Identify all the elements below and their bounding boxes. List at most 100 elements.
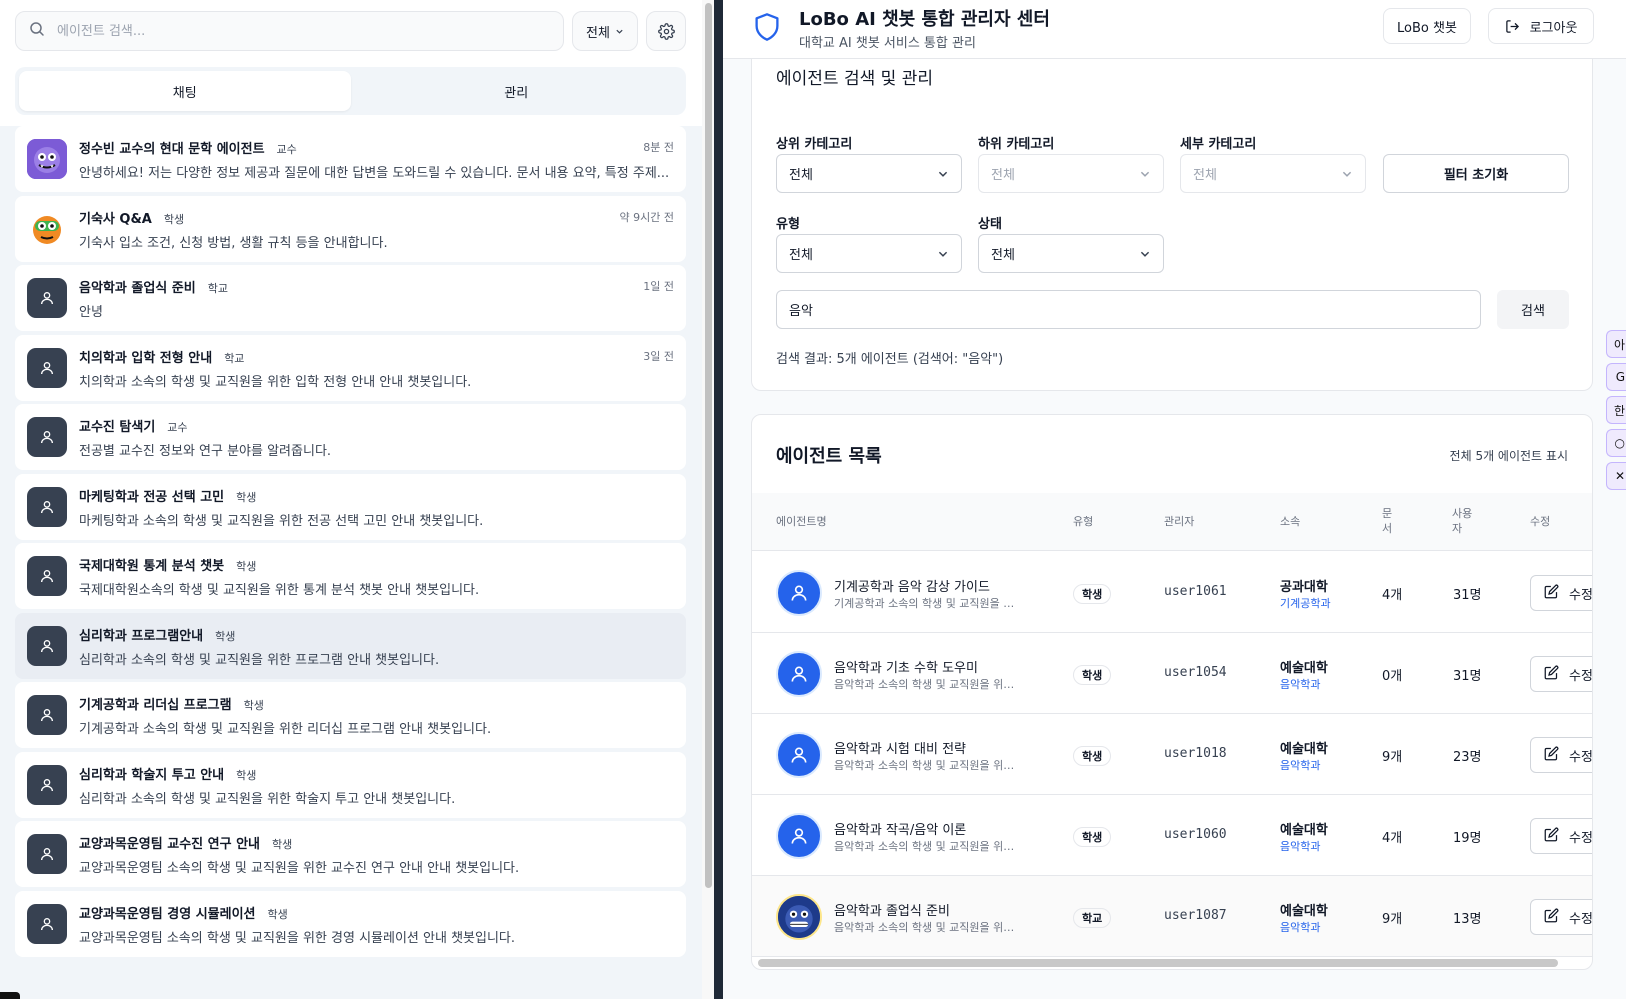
logout-button-label: 로그아웃 xyxy=(1529,20,1578,36)
user-icon xyxy=(27,486,67,527)
side-tool-button[interactable]: 아 xyxy=(1606,330,1626,358)
list-item-badge: 학교 xyxy=(224,351,245,365)
chevron-down-icon xyxy=(1140,251,1150,257)
list-item-badge: 학생 xyxy=(236,490,257,504)
list-item-name: 기숙사 Q&A xyxy=(79,211,152,227)
tab-manage[interactable]: 관리 xyxy=(351,71,683,111)
list-item[interactable]: 교양과목운영팀 경영 시뮬레이션 학생 교양과목운영팀 소속의 학생 및 교직원을 … xyxy=(15,890,686,957)
list-item[interactable]: 치의학과 입학 전형 안내 학교 3일 전 치의학과 소속의 학생 및 교직원을 위한… xyxy=(15,334,686,401)
edit-button[interactable]: 수정 xyxy=(1530,575,1592,611)
list-item[interactable]: 심리학과 학술지 투고 안내 학생 심리학과 소속의 학생 및 교직원을 위한 학술… xyxy=(15,751,686,818)
sub-category-select[interactable]: 전체 xyxy=(978,154,1164,193)
gear-icon xyxy=(657,22,675,40)
list-item[interactable]: 심리학과 프로그램안내 학생 심리학과 소속의 학생 및 교직원을 위한 프로그램 … xyxy=(15,612,686,679)
list-item[interactable]: 교수진 탐색기 교수 전공별 교수진 정보와 연구 분야를 알려줍니다. xyxy=(15,404,686,470)
college-name: 공과대학 xyxy=(1280,580,1328,595)
side-tool-button[interactable]: ○ xyxy=(1606,429,1626,457)
lobo-chatbot-button[interactable]: LoBo 챗봇 xyxy=(1383,8,1471,44)
search-card-title: 에이전트 검색 및 관리 xyxy=(776,69,933,89)
th-docs: 문서 xyxy=(1382,506,1392,536)
manager-id: user1087 xyxy=(1164,908,1227,923)
table-row[interactable]: 음악학과 시험 대비 전략음악학과 소속의 학생 및 교직원을 위한 시험 대비… xyxy=(752,714,1593,795)
left-scrollbar[interactable] xyxy=(702,0,714,999)
logout-button[interactable]: 로그아웃 xyxy=(1488,8,1594,44)
list-item[interactable]: 기계공학과 리더십 프로그램 학생기계공학과 소속의 학생 및 교직원을 위한 리… xyxy=(15,682,686,748)
agent-name: 음악학과 작곡/음악 이론 xyxy=(834,823,967,838)
side-tool-button[interactable]: G xyxy=(1606,363,1626,391)
query-input[interactable] xyxy=(776,290,1481,329)
agent-list: 정수빈 교수의 현대 문학 에이전트 교수 8분 전 안녕하세요! 저는 다양한 정보… xyxy=(0,126,702,999)
list-item-desc: 기숙사 입소 조건, 신청 방법, 생활 규칙 등을 안내합니다. xyxy=(79,235,388,251)
agent-search-input[interactable] xyxy=(57,23,537,39)
list-item-desc: 국제대학원소속의 학생 및 교직원을 위한 통계 분석 챗봇 안내 챗봇입니다. xyxy=(79,583,480,598)
side-tool-button[interactable]: ✕ xyxy=(1606,462,1626,490)
filter-dropdown-label: 전체 xyxy=(586,25,610,41)
edit-button[interactable]: 수정 xyxy=(1530,656,1592,692)
doc-count: 9개 xyxy=(1382,912,1403,927)
list-item[interactable]: 기숙사 Q&A 학생 약 9시간 전 기숙사 입소 조건, 신청 방법, 생활 규칙 … xyxy=(15,195,686,262)
panel-divider[interactable] xyxy=(714,0,723,999)
settings-button[interactable] xyxy=(646,11,686,51)
chevron-down-icon xyxy=(1342,171,1352,177)
chevron-down-icon xyxy=(1140,171,1150,177)
list-item-title: 교수진 탐색기 교수 xyxy=(79,416,188,435)
list-item-time: 3일 전 xyxy=(643,349,674,363)
status-select[interactable]: 전체 xyxy=(978,234,1164,273)
status-value: 전체 xyxy=(991,248,1015,263)
agent-table-title: 에이전트 목록 xyxy=(776,446,882,467)
list-item-title: 국제대학원 통계 분석 챗봇 학생 xyxy=(79,555,256,574)
reset-filter-button[interactable]: 필터 초기화 xyxy=(1383,154,1569,193)
agent-name: 음악학과 기초 수학 도우미 xyxy=(834,661,978,676)
tab-chat[interactable]: 채팅 xyxy=(19,71,351,111)
list-item-desc: 치의학과 소속의 학생 및 교직원을 위한 입학 전형 안내 안내 챗봇입니다. xyxy=(79,374,472,390)
table-row[interactable]: 음악학과 기초 수학 도우미음악학과 소속의 학생 및 교직원을 위한 기초 수… xyxy=(752,633,1592,714)
type-select[interactable]: 전체 xyxy=(776,234,962,273)
list-item-name: 심리학과 프로그램안내 xyxy=(79,628,204,644)
list-item[interactable]: 마케팅학과 전공 선택 고민 학생 마케팅학과 소속의 학생 및 교직원을 위한 전… xyxy=(15,473,686,540)
edit-button-label: 수정 xyxy=(1569,749,1593,765)
list-item-badge: 학생 xyxy=(236,768,257,782)
list-item-badge: 학생 xyxy=(215,629,236,643)
top-category-label: 상위 카테고리 xyxy=(776,137,853,152)
filter-dropdown[interactable]: 전체 xyxy=(572,11,638,51)
edit-button[interactable]: 수정 xyxy=(1530,737,1593,773)
th-users: 사용 자 xyxy=(1452,506,1472,536)
list-item[interactable]: 교양과목운영팀 교수진 연구 안내 학생 교양과목운영팀 소속의 학생 및 교직원을… xyxy=(15,821,686,887)
list-item-badge: 학생 xyxy=(236,560,257,573)
agent-table-card: 에이전트 목록 전체 5개 에이전트 표시 에이전트명 유형 관리자 소속 문서… xyxy=(751,414,1593,970)
agent-search-box[interactable] xyxy=(15,11,564,51)
list-item-badge: 학생 xyxy=(272,838,293,851)
list-item[interactable]: 음악학과 졸업식 준비 학교 1일 전 안녕 xyxy=(15,265,686,331)
edit-icon xyxy=(1544,827,1559,846)
edit-icon xyxy=(1544,746,1559,765)
doc-count: 4개 xyxy=(1382,588,1403,603)
table-row[interactable]: 음악학과 작곡/음악 이론음악학과 소속의 학생 및 교직원을 위한 작곡/음악… xyxy=(752,795,1592,876)
admin-panel: LoBo AI 챗봇 통합 관리자 센터 대학교 AI 챗봇 서비스 통합 관리… xyxy=(723,0,1626,999)
list-item-title: 교양과목운영팀 교수진 연구 안내 학생 xyxy=(79,833,292,852)
list-item-badge: 학생 xyxy=(243,699,264,712)
edit-button[interactable]: 수정 xyxy=(1530,899,1592,935)
table-row[interactable]: 음악학과 졸업식 준비음악학과 소속의 학생 및 교직원을 위한 졸업식 준비 학… xyxy=(752,876,1592,957)
list-item-name: 기계공학과 리더십 프로그램 xyxy=(79,698,232,713)
list-item-title: 기숙사 Q&A 학생 xyxy=(79,208,184,227)
search-button[interactable]: 검색 xyxy=(1497,290,1569,329)
list-item[interactable]: 정수빈 교수의 현대 문학 에이전트 교수 8분 전 안녕하세요! 저는 다양한 정보… xyxy=(15,126,686,192)
type-badge: 학생 xyxy=(1073,584,1112,604)
table-horizontal-scrollbar[interactable] xyxy=(758,959,1558,967)
th-edit: 수정 xyxy=(1530,515,1551,528)
chevron-down-icon xyxy=(938,251,948,257)
user-icon xyxy=(27,347,67,388)
chevron-down-icon xyxy=(616,29,623,34)
top-category-select[interactable]: 전체 xyxy=(776,154,962,193)
left-scrollbar-thumb[interactable] xyxy=(705,3,712,888)
list-item-desc: 기계공학과 소속의 학생 및 교직원을 위한 리더십 프로그램 안내 챗봇입니다… xyxy=(79,722,492,737)
table-row[interactable]: 기계공학과 음악 감상 가이드기계공학과 소속의 학생 및 교직원을 위한 음악… xyxy=(752,552,1592,633)
list-item[interactable]: 국제대학원 통계 분석 챗봇 학생국제대학원소속의 학생 및 교직원을 위한 통계… xyxy=(15,543,686,609)
list-item-title: 정수빈 교수의 현대 문학 에이전트 교수 xyxy=(79,138,297,157)
list-item-title: 음악학과 졸업식 준비 학교 xyxy=(79,277,228,296)
sub-category-label: 하위 카테고리 xyxy=(978,137,1055,152)
shield-icon xyxy=(753,12,781,46)
side-tool-button[interactable]: 한 xyxy=(1606,396,1626,424)
detail-category-select[interactable]: 전체 xyxy=(1180,154,1366,193)
edit-button[interactable]: 수정 xyxy=(1530,818,1592,854)
